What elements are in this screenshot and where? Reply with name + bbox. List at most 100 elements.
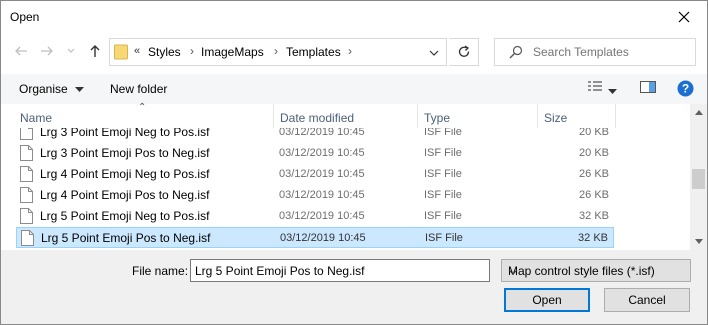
close-button[interactable] xyxy=(661,1,707,32)
column-divider[interactable] xyxy=(417,104,418,128)
file-row[interactable]: Lrg 4 Point Emoji Pos to Neg.isf 03/12/2… xyxy=(16,185,614,206)
file-name-field[interactable]: Lrg 5 Point Emoji Pos to Neg.isf xyxy=(190,259,490,282)
file-icon xyxy=(21,230,34,249)
address-dropdown-button[interactable] xyxy=(428,47,440,61)
preview-pane-icon xyxy=(640,81,656,93)
back-button[interactable] xyxy=(13,43,29,59)
recent-locations-button[interactable] xyxy=(63,43,79,59)
caret-down-icon xyxy=(608,89,617,94)
column-header: ⌃ Name Date modified Type Size xyxy=(1,102,690,128)
folder-icon xyxy=(114,44,128,63)
file-date: 03/12/2019 10:45 xyxy=(279,147,365,159)
search-box[interactable] xyxy=(494,38,696,66)
new-folder-button[interactable]: New folder xyxy=(110,82,167,96)
details-view-icon xyxy=(588,81,602,91)
file-name: Lrg 3 Point Emoji Pos to Neg.isf xyxy=(40,146,210,160)
dialog-footer: File name: Lrg 5 Point Emoji Pos to Neg.… xyxy=(1,250,707,324)
column-divider[interactable] xyxy=(273,104,274,128)
window-title: Open xyxy=(10,10,40,24)
file-name: Lrg 5 Point Emoji Pos to Neg.isf xyxy=(41,231,211,245)
scroll-down-button[interactable] xyxy=(690,233,707,250)
column-divider[interactable] xyxy=(537,104,538,128)
file-name: Lrg 4 Point Emoji Neg to Pos.isf xyxy=(40,167,210,181)
file-row[interactable]: Lrg 5 Point Emoji Neg to Pos.isf 03/12/2… xyxy=(16,206,614,227)
file-date: 03/12/2019 10:45 xyxy=(279,128,365,138)
file-type: ISF File xyxy=(425,232,463,244)
file-row-selected[interactable]: Lrg 5 Point Emoji Pos to Neg.isf 03/12/2… xyxy=(16,227,614,248)
file-type: ISF File xyxy=(424,147,462,159)
vertical-scrollbar[interactable] xyxy=(690,104,707,250)
file-row[interactable]: Lrg 3 Point Emoji Pos to Neg.isf 03/12/2… xyxy=(16,143,614,164)
file-row[interactable]: Lrg 4 Point Emoji Neg to Pos.isf 03/12/2… xyxy=(16,164,614,185)
file-row[interactable]: Lrg 3 Point Emoji Neg to Pos.isf 03/12/2… xyxy=(16,128,614,143)
column-name[interactable]: Name xyxy=(20,111,52,125)
navigation-bar: « Styles › ImageMaps › Templates › xyxy=(1,32,707,74)
view-menu-button[interactable] xyxy=(608,84,617,98)
caret-up-icon xyxy=(694,110,703,115)
refresh-icon xyxy=(458,45,469,57)
up-button[interactable] xyxy=(87,43,103,59)
breadcrumb-separator-icon[interactable]: › xyxy=(274,44,278,58)
file-icon xyxy=(20,128,33,143)
file-size: 32 KB xyxy=(578,232,608,244)
file-size: 26 KB xyxy=(579,189,609,201)
address-bar[interactable]: « Styles › ImageMaps › Templates › xyxy=(109,38,447,66)
arrow-up-icon xyxy=(90,45,100,57)
breadcrumb-separator-icon[interactable]: › xyxy=(348,44,352,58)
file-list: ⌃ Name Date modified Type Size Lrg 3 Poi… xyxy=(1,102,707,250)
preview-pane-button[interactable] xyxy=(640,80,656,97)
open-dialog: Open « Styles › ImageMaps › Templates › … xyxy=(0,0,708,325)
file-rows: Lrg 3 Point Emoji Neg to Pos.isf 03/12/2… xyxy=(1,128,690,250)
sort-ascending-icon: ⌃ xyxy=(138,102,147,113)
file-name: Lrg 3 Point Emoji Neg to Pos.isf xyxy=(40,128,210,139)
view-options-button[interactable] xyxy=(587,80,603,97)
file-name-label: File name: xyxy=(132,264,189,278)
column-divider[interactable] xyxy=(615,104,616,128)
file-type: ISF File xyxy=(424,168,462,180)
refresh-button[interactable] xyxy=(449,38,479,66)
close-icon xyxy=(678,11,690,22)
file-date: 03/12/2019 10:45 xyxy=(279,189,365,201)
search-input[interactable] xyxy=(533,45,693,59)
file-type: ISF File xyxy=(424,189,462,201)
file-date: 03/12/2019 10:45 xyxy=(279,168,365,180)
chevron-down-icon xyxy=(508,265,685,279)
chevron-down-icon xyxy=(429,50,439,56)
caret-down-icon xyxy=(75,87,85,92)
chevron-down-icon xyxy=(67,48,75,53)
cancel-button[interactable]: Cancel xyxy=(604,288,690,312)
forward-button[interactable] xyxy=(39,43,55,59)
column-type[interactable]: Type xyxy=(424,111,450,125)
breadcrumb-imagemaps[interactable]: ImageMaps xyxy=(201,45,264,59)
svg-text:?: ? xyxy=(682,82,689,96)
file-name-value: Lrg 5 Point Emoji Pos to Neg.isf xyxy=(195,264,365,278)
file-size: 32 KB xyxy=(579,210,609,222)
breadcrumb-styles[interactable]: Styles xyxy=(148,45,181,59)
file-date: 03/12/2019 10:45 xyxy=(279,210,365,222)
search-icon xyxy=(509,45,523,62)
organise-button[interactable]: Organise xyxy=(19,82,85,96)
file-size: 20 KB xyxy=(579,128,609,138)
help-button[interactable]: ? xyxy=(677,80,694,100)
file-icon xyxy=(20,208,33,227)
breadcrumb-separator-icon[interactable]: › xyxy=(190,44,194,58)
address-overflow[interactable]: « xyxy=(134,45,140,57)
help-icon: ? xyxy=(677,80,694,97)
file-size: 20 KB xyxy=(579,147,609,159)
open-button[interactable]: Open xyxy=(504,288,590,312)
scrollbar-thumb[interactable] xyxy=(692,169,705,189)
file-icon xyxy=(20,166,33,185)
arrow-left-icon xyxy=(15,46,27,56)
column-date-modified[interactable]: Date modified xyxy=(280,111,354,125)
arrow-right-icon xyxy=(41,46,53,56)
file-date: 03/12/2019 10:45 xyxy=(280,232,366,244)
scroll-up-button[interactable] xyxy=(690,104,707,121)
file-name: Lrg 4 Point Emoji Pos to Neg.isf xyxy=(40,188,210,202)
column-size[interactable]: Size xyxy=(544,111,567,125)
file-icon xyxy=(20,187,33,206)
file-type-filter[interactable]: Map control style files (*.isf) xyxy=(501,259,691,282)
file-icon xyxy=(20,145,33,164)
caret-down-icon xyxy=(694,239,703,244)
breadcrumb-templates[interactable]: Templates xyxy=(286,45,341,59)
file-size: 26 KB xyxy=(579,168,609,180)
